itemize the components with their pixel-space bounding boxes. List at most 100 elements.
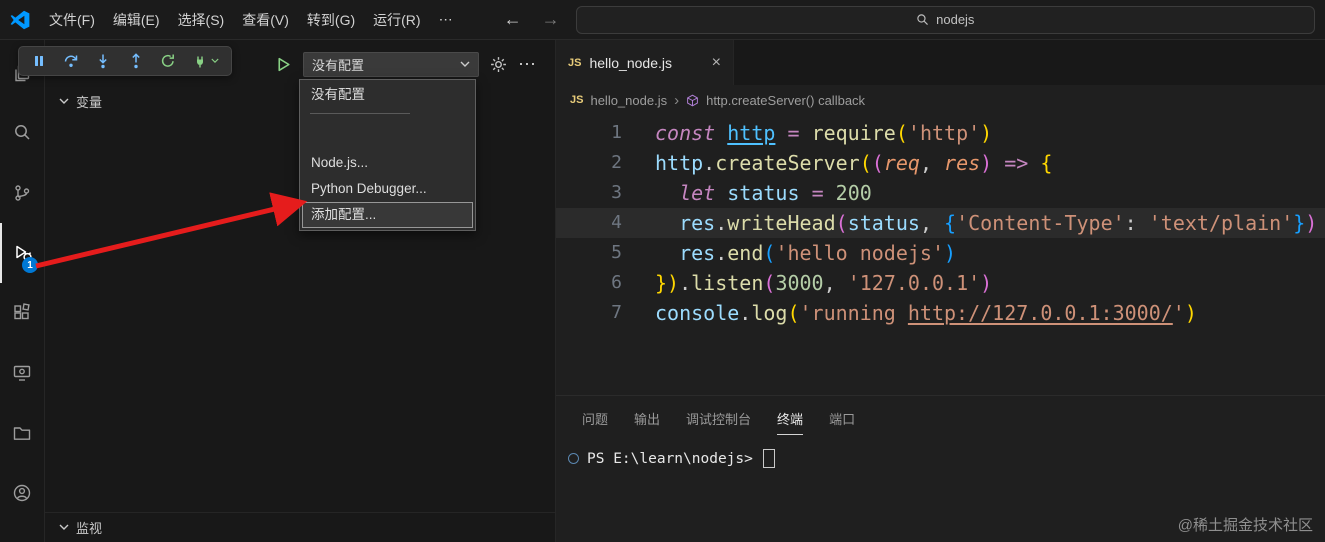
shell-integration-indicator-icon <box>568 453 579 464</box>
code-token: ' <box>1172 301 1185 325</box>
code-token: : <box>1124 211 1137 235</box>
activity-extensions[interactable] <box>0 283 44 343</box>
code-token: const <box>655 121 728 145</box>
code-token: log <box>751 301 788 325</box>
code-token: res <box>944 151 981 175</box>
panel-tab-problems[interactable]: 问题 <box>572 405 618 432</box>
tab-hello-node-js[interactable]: JS hello_node.js × <box>556 40 734 85</box>
search-icon <box>11 122 33 144</box>
debug-config-dropdown[interactable]: 没有配置 <box>303 52 479 77</box>
code-token: => <box>1004 151 1029 175</box>
code-token: 'Content-Type' <box>956 211 1125 235</box>
back-arrow-icon[interactable]: ← <box>504 9 522 30</box>
panel-tab-terminal[interactable]: 终端 <box>767 405 813 435</box>
debug-settings-gear-icon[interactable] <box>490 56 507 73</box>
code-token: http://127.0.0.1:3000/ <box>907 301 1173 325</box>
disconnect-icon[interactable] <box>192 53 219 69</box>
activity-folder-library[interactable] <box>0 403 44 463</box>
line-number: 4 <box>611 212 622 233</box>
activity-run-debug[interactable]: 1 <box>0 223 44 283</box>
code-token: , <box>919 211 932 235</box>
line-number: 5 <box>611 242 622 263</box>
config-option-add-configuration[interactable]: 添加配置... <box>302 202 473 228</box>
panel-tab-ports[interactable]: 端口 <box>819 405 865 432</box>
vscode-window: 文件(F) 编辑(E) 选择(S) 查看(V) 转到(G) 运行(R) ⋯ ← … <box>0 0 1325 542</box>
menu-file[interactable]: 文件(F) <box>40 6 104 34</box>
chevron-down-icon <box>59 98 69 105</box>
code-token: ) <box>667 271 680 295</box>
code-editor[interactable]: 1 const http = require('http') 2 http.creat… <box>556 115 1325 328</box>
code-text: const http = require('http') <box>622 118 992 148</box>
title-bar: 文件(F) 编辑(E) 选择(S) 查看(V) 转到(G) 运行(R) ⋯ ← … <box>0 0 1325 40</box>
close-tab-icon[interactable]: × <box>712 54 721 71</box>
watch-section-header[interactable]: 监视 <box>45 512 555 542</box>
folder-icon <box>11 422 33 444</box>
debug-toolbar <box>18 46 232 76</box>
code-token: ) <box>944 241 957 265</box>
code-token: createServer <box>715 151 860 175</box>
code-line: 1 const http = require('http') <box>556 118 1325 148</box>
terminal-prompt: PS E:\learn\nodejs> <box>587 450 753 467</box>
code-line: 5 res.end('hello nodejs') <box>556 238 1325 268</box>
config-option-none[interactable]: 没有配置 <box>302 82 473 108</box>
javascript-file-icon: JS <box>568 56 582 69</box>
code-token: status <box>847 211 920 235</box>
activity-search[interactable] <box>0 103 44 163</box>
menu-more-icon[interactable]: ⋯ <box>430 7 462 32</box>
restart-icon[interactable] <box>160 53 176 69</box>
activity-remote-explorer[interactable] <box>0 343 44 403</box>
code-token: ) <box>980 121 993 145</box>
menu-edit[interactable]: 编辑(E) <box>104 6 169 34</box>
debug-launch-row: 没有配置 ⋯ <box>275 52 537 77</box>
code-token: http <box>655 151 704 175</box>
code-token: http <box>727 121 776 145</box>
code-line: 7 console.log('running http://127.0.0.1:3… <box>556 298 1325 328</box>
menu-go[interactable]: 转到(G) <box>298 6 364 34</box>
code-token: let <box>679 181 716 205</box>
activity-source-control[interactable] <box>0 163 44 223</box>
terminal[interactable]: PS E:\learn\nodejs> <box>568 449 1325 468</box>
code-token: ( <box>859 151 872 175</box>
debug-more-actions-icon[interactable]: ⋯ <box>518 54 537 75</box>
config-option-nodejs[interactable]: Node.js... <box>302 150 473 176</box>
menu-run[interactable]: 运行(R) <box>364 6 429 34</box>
panel-tab-debug-console[interactable]: 调试控制台 <box>676 405 761 432</box>
variables-section-header[interactable]: 变量 <box>59 92 102 111</box>
code-token: writeHead <box>727 211 836 235</box>
command-center-search[interactable]: nodejs <box>575 5 1315 34</box>
config-option-python-debugger[interactable]: Python Debugger... <box>302 176 473 202</box>
breadcrumb-symbol[interactable]: http.createServer() callback <box>706 93 865 108</box>
forward-arrow-icon[interactable]: → <box>542 9 560 30</box>
activity-account[interactable] <box>0 463 44 523</box>
code-token: ( <box>787 301 800 325</box>
code-token: listen <box>691 271 764 295</box>
step-into-icon[interactable] <box>95 53 111 69</box>
pause-icon[interactable] <box>31 53 47 69</box>
code-token: ( <box>763 241 776 265</box>
menu-view[interactable]: 查看(V) <box>233 6 298 34</box>
code-text: res.end('hello nodejs') <box>622 238 956 268</box>
breadcrumb-file[interactable]: hello_node.js <box>590 93 667 108</box>
code-text: console.log('running http://127.0.0.1:30… <box>622 298 1197 328</box>
code-text: let status = 200 <box>622 178 872 208</box>
menu-selection[interactable]: 选择(S) <box>169 6 234 34</box>
debug-config-menu: 没有配置 Node.js... Python Debugger... 添加配置.… <box>299 79 476 231</box>
breadcrumb: JS hello_node.js › http.createServer() c… <box>556 85 1325 115</box>
step-out-icon[interactable] <box>128 53 144 69</box>
step-over-icon[interactable] <box>63 53 79 69</box>
line-number: 1 <box>611 122 622 143</box>
start-debug-button[interactable] <box>275 56 292 73</box>
panel-tab-output[interactable]: 输出 <box>624 405 670 432</box>
code-token: ) <box>1184 301 1197 325</box>
watch-label: 监视 <box>76 521 103 536</box>
code-token: '127.0.0.1' <box>847 271 981 295</box>
